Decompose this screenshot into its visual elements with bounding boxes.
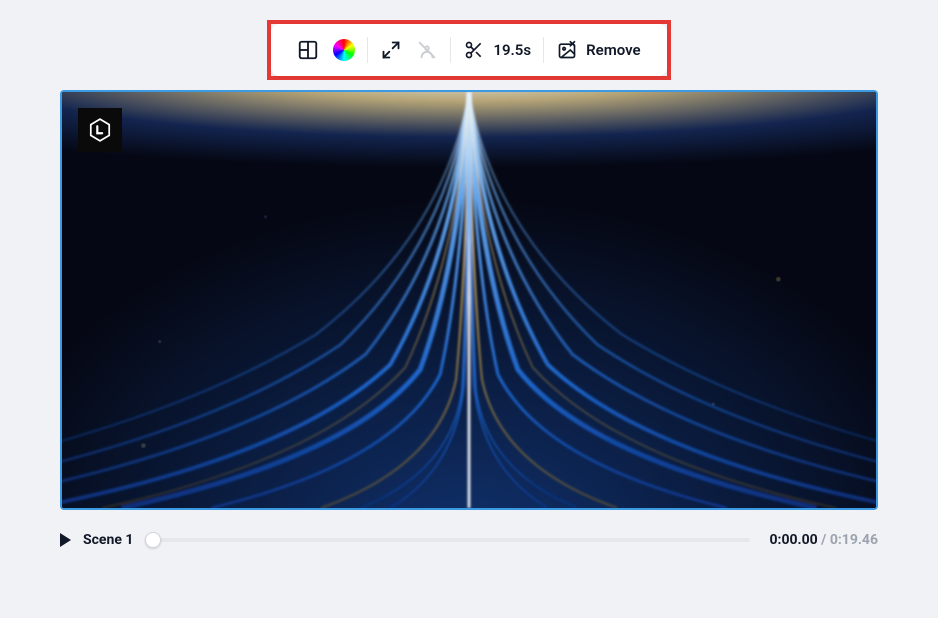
color-button[interactable] [333, 39, 355, 61]
speed-icon [416, 39, 438, 61]
scissors-icon [463, 39, 485, 61]
speed-button[interactable] [416, 39, 438, 61]
total-time: 0:19.46 [830, 532, 878, 548]
toolbar-highlight-box: 19.5s Remove [267, 20, 670, 80]
expand-button[interactable] [380, 39, 402, 61]
current-time: 0:00.00 [770, 532, 818, 548]
play-icon[interactable] [60, 533, 71, 547]
trim-button[interactable]: 19.5s [463, 39, 531, 61]
remove-label: Remove [586, 41, 641, 59]
remove-button[interactable]: Remove [556, 39, 641, 61]
timeline-track[interactable] [153, 538, 749, 542]
remove-image-icon [556, 39, 578, 61]
color-wheel-icon [333, 39, 355, 61]
video-canvas[interactable] [60, 90, 878, 510]
timeline-thumb[interactable] [145, 532, 161, 548]
layout-icon [297, 39, 319, 61]
expand-icon [380, 39, 402, 61]
time-display: 0:00.00 / 0:19.46 [770, 532, 879, 548]
layout-button[interactable] [297, 39, 319, 61]
video-preview-image [62, 92, 876, 508]
scene-label: Scene 1 [83, 532, 133, 548]
logo-badge [78, 108, 122, 152]
time-separator: / [818, 532, 830, 548]
timeline: Scene 1 0:00.00 / 0:19.46 [60, 532, 878, 548]
trim-label: 19.5s [493, 41, 531, 59]
toolbar: 19.5s Remove [271, 24, 666, 76]
